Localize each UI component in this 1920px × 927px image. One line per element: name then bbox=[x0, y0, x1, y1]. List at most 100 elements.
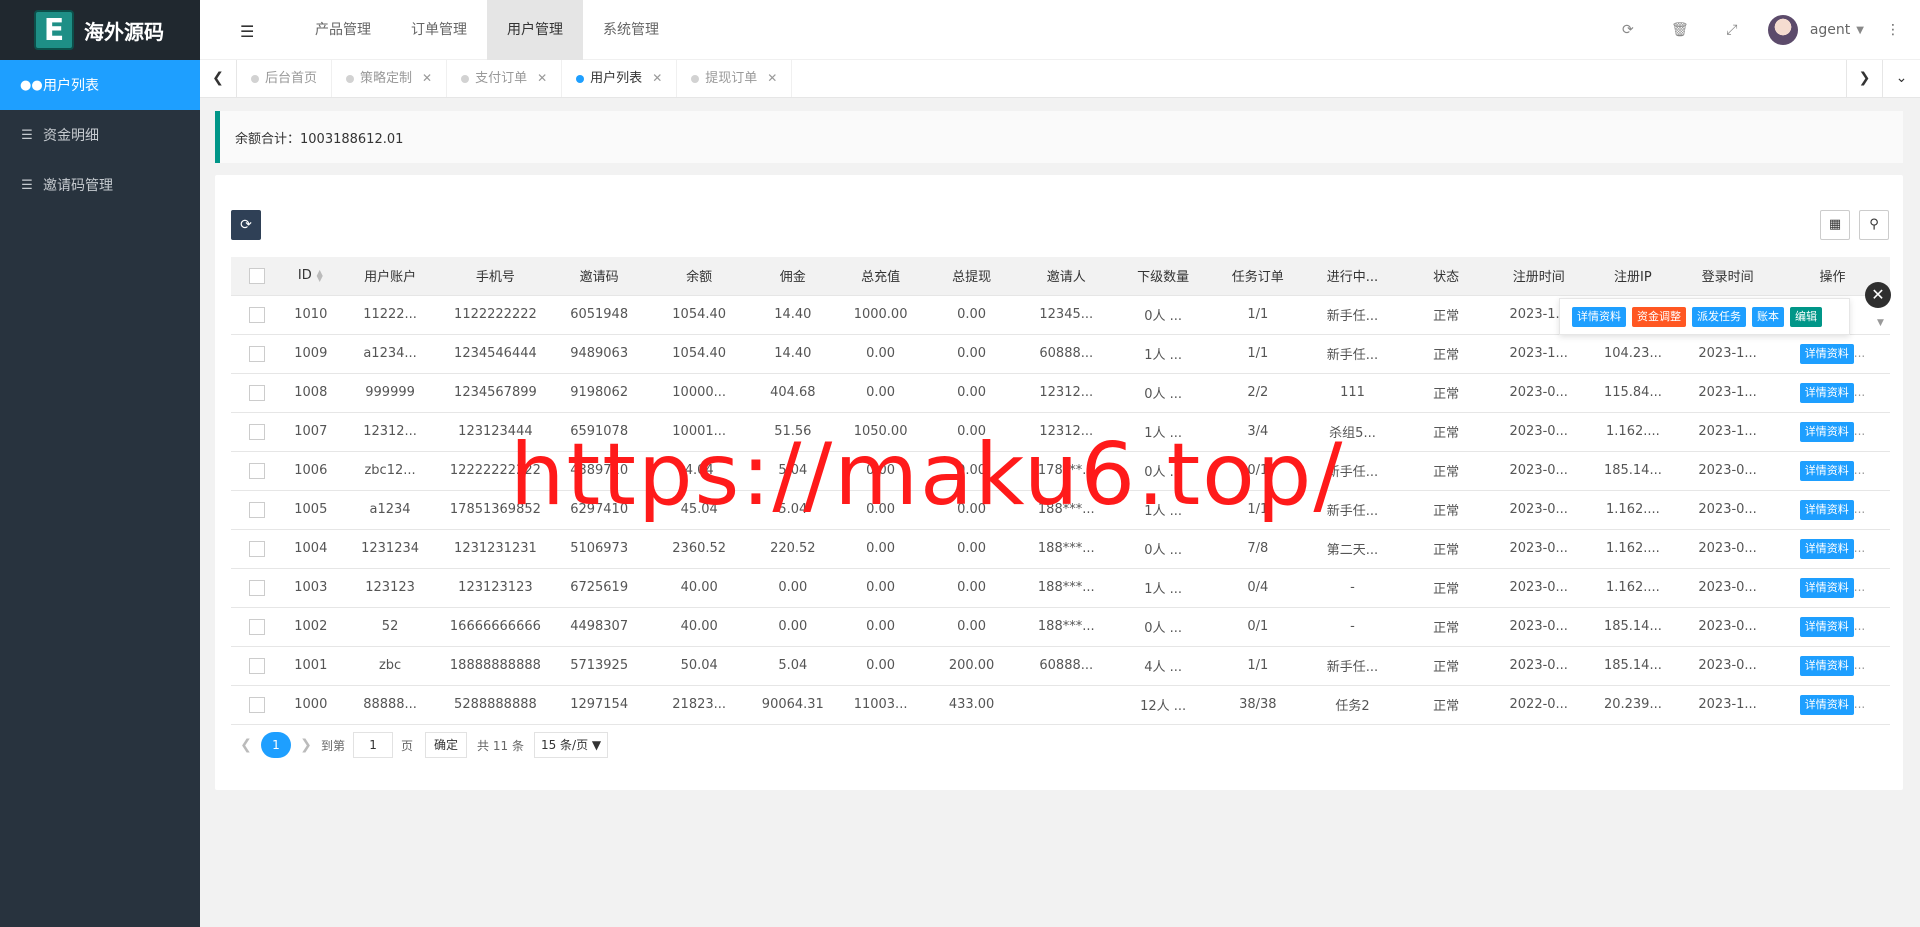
table-cell: 12312... bbox=[363, 424, 417, 439]
table-cell: 0人 ... bbox=[1144, 543, 1182, 558]
more-vertical-icon[interactable]: ⋮ bbox=[1886, 22, 1900, 38]
tab-pay-order[interactable]: 支付订单 ✕ bbox=[447, 60, 563, 97]
detail-button[interactable]: 详情资料 bbox=[1799, 499, 1854, 520]
detail-button[interactable]: 详情资料 bbox=[1799, 616, 1854, 637]
table-cell: 0.00 bbox=[866, 619, 896, 634]
table-row[interactable]: 1004 1231234 1231231231 5106973 2360.52 220.5… bbox=[231, 529, 1890, 568]
goto-label: 到第 bbox=[321, 738, 346, 753]
fund-adjust-button[interactable]: 资金调整 bbox=[1632, 306, 1686, 327]
nav-user[interactable]: 用户管理 bbox=[487, 0, 583, 60]
dispatch-task-button[interactable]: 派发任务 bbox=[1692, 306, 1746, 327]
sidebar-item-user-list[interactable]: ●● 用户列表 bbox=[0, 60, 200, 110]
nav-system[interactable]: 系统管理 bbox=[583, 0, 679, 60]
detail-button[interactable]: 详情资料 bbox=[1799, 421, 1854, 442]
sidebar-item-fund-detail[interactable]: ☰ 资金明细 bbox=[0, 110, 200, 160]
table-row[interactable]: 1003 123123 123123123 6725619 40.00 0.00 0.00 0… bbox=[231, 568, 1890, 607]
tab-withdraw-order[interactable]: 提现订单 ✕ bbox=[677, 60, 793, 97]
detail-button[interactable]: 详情资料 bbox=[1799, 538, 1854, 559]
detail-button[interactable]: 详情资料 bbox=[1799, 694, 1854, 715]
tabs-left-arrow-icon[interactable]: ❮ bbox=[200, 60, 237, 97]
row-checkbox[interactable] bbox=[231, 607, 282, 646]
close-icon[interactable]: ✕ bbox=[422, 60, 432, 97]
user-name[interactable]: agent bbox=[1810, 22, 1850, 38]
users-icon: ●● bbox=[20, 77, 43, 93]
row-checkbox[interactable] bbox=[231, 412, 282, 451]
sort-icon[interactable]: ▲ ▼ bbox=[316, 268, 324, 282]
page-number-input[interactable]: 1 bbox=[353, 732, 394, 758]
next-page-icon[interactable]: ❯ bbox=[291, 737, 321, 753]
logo-text: 海外源码 bbox=[84, 19, 164, 44]
page-size-select[interactable]: 15 条/页 ▼ bbox=[533, 732, 609, 758]
tabs-right-arrow-icon[interactable]: ❯ bbox=[1846, 60, 1883, 97]
ledger-button[interactable]: 账本 bbox=[1752, 306, 1784, 327]
row-checkbox[interactable] bbox=[231, 334, 282, 373]
detail-button[interactable]: 详情资料 bbox=[1799, 460, 1854, 481]
row-checkbox[interactable] bbox=[231, 490, 282, 529]
fullscreen-icon[interactable]: ⤢ bbox=[1706, 22, 1758, 38]
table-refresh-button[interactable]: ⟳ bbox=[231, 210, 261, 240]
close-icon[interactable]: ✕ bbox=[767, 60, 777, 97]
table-cell: 38/38 bbox=[1239, 697, 1277, 712]
table-cell: 2023-0... bbox=[1509, 502, 1568, 517]
table-row[interactable]: 1002 52 16666666666 4498307 40.00 0.00 0.00 0.0… bbox=[231, 607, 1890, 646]
table-cell: 1003 bbox=[294, 580, 328, 595]
col-id[interactable]: ID ▲ ▼ bbox=[282, 257, 340, 296]
avatar[interactable] bbox=[1767, 15, 1798, 45]
popup-close-icon[interactable]: ✕ bbox=[1865, 282, 1891, 308]
table-row[interactable]: 1008 999999 1234567899 9198062 10000... 404.6… bbox=[231, 373, 1890, 412]
detail-button[interactable]: 详情资料 bbox=[1799, 577, 1854, 598]
detail-button[interactable]: 详情资料 bbox=[1799, 655, 1854, 676]
row-checkbox[interactable] bbox=[231, 295, 282, 334]
close-icon[interactable]: ✕ bbox=[537, 60, 547, 97]
current-page[interactable]: 1 bbox=[261, 732, 291, 758]
table-cell: 1297154 bbox=[570, 697, 629, 712]
popup-scroll-down-icon[interactable]: ▼ bbox=[1877, 318, 1884, 328]
sidebar-item-label: 用户列表 bbox=[43, 78, 99, 94]
table-row[interactable]: 1009 a1234... 1234546444 9489063 1054.40 14.4… bbox=[231, 334, 1890, 373]
row-checkbox[interactable] bbox=[231, 568, 282, 607]
table-row[interactable]: 1000 88888... 5288888888 1297154 21823... 900… bbox=[231, 685, 1890, 724]
sidebar-item-label: 资金明细 bbox=[43, 128, 99, 144]
table-row[interactable]: 1007 12312... 123123444 6591078 10001... 51.5… bbox=[231, 412, 1890, 451]
logo[interactable]: E 海外源码 bbox=[0, 0, 200, 60]
table-cell: 1231231231 bbox=[454, 541, 537, 556]
menu-toggle-icon[interactable]: ☰ bbox=[240, 22, 254, 41]
columns-filter-button[interactable]: ▦ bbox=[1820, 210, 1850, 240]
table-cell: 正常 bbox=[1433, 504, 1460, 519]
sidebar-item-invite-code[interactable]: ☰ 邀请码管理 bbox=[0, 160, 200, 210]
goto-confirm-button[interactable]: 确定 bbox=[425, 732, 468, 758]
nav-product[interactable]: 产品管理 bbox=[295, 0, 391, 60]
table-cell: 17851369852 bbox=[449, 502, 541, 517]
detail-button[interactable]: 详情资料 bbox=[1799, 382, 1854, 403]
table-row[interactable]: 1005 a1234 17851369852 6297410 45.04 5.04 0.00… bbox=[231, 490, 1890, 529]
tab-strategy[interactable]: 策略定制 ✕ bbox=[332, 60, 448, 97]
row-checkbox[interactable] bbox=[231, 373, 282, 412]
close-icon[interactable]: ✕ bbox=[652, 60, 662, 97]
table-cell: 60888... bbox=[1039, 658, 1094, 673]
edit-button[interactable]: 编辑 bbox=[1790, 306, 1822, 327]
prev-page-icon[interactable]: ❮ bbox=[231, 737, 261, 753]
select-all-checkbox[interactable] bbox=[231, 257, 283, 296]
refresh-icon[interactable]: ⟳ bbox=[1602, 22, 1654, 38]
table-cell: 200.00 bbox=[948, 658, 995, 673]
table-cell: 2023-0... bbox=[1509, 619, 1568, 634]
tabs-menu-chevron-down-icon[interactable]: ⌄ bbox=[1883, 60, 1920, 97]
nav-order[interactable]: 订单管理 bbox=[391, 0, 487, 60]
trash-icon[interactable]: 🗑 bbox=[1654, 22, 1706, 38]
row-checkbox[interactable] bbox=[231, 646, 282, 685]
row-checkbox[interactable] bbox=[231, 685, 282, 724]
search-button[interactable]: ⚲ bbox=[1859, 210, 1889, 240]
table-cell: 16666666666 bbox=[449, 619, 541, 634]
caret-down-icon[interactable]: ▼ bbox=[1856, 25, 1864, 36]
row-checkbox[interactable] bbox=[231, 451, 282, 490]
table-row[interactable]: 1001 zbc 18888888888 5713925 50.04 5.04 0.00 20… bbox=[231, 646, 1890, 685]
table-row[interactable]: 1006 zbc12... 12222222222 4389710 4.04 5.04 0.… bbox=[231, 451, 1890, 490]
tab-user-list[interactable]: 用户列表 ✕ bbox=[562, 60, 678, 97]
tab-label: 支付订单 bbox=[475, 71, 528, 86]
table-cell: 0.00 bbox=[866, 658, 896, 673]
detail-button[interactable]: 详情资料 bbox=[1799, 343, 1854, 364]
detail-button[interactable]: 详情资料 bbox=[1572, 306, 1626, 327]
table-cell: 1人 ... bbox=[1144, 426, 1182, 441]
row-checkbox[interactable] bbox=[231, 529, 282, 568]
tab-home[interactable]: 后台首页 bbox=[237, 60, 333, 97]
